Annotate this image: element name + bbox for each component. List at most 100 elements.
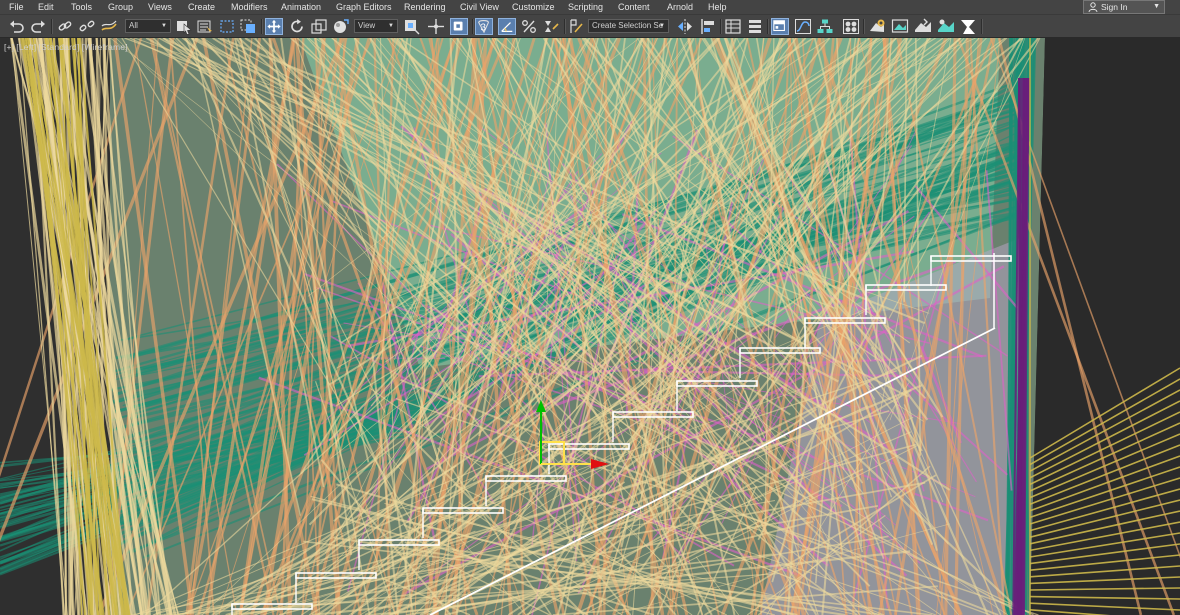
toggle-layer-explorer-button[interactable] xyxy=(746,18,764,35)
bind-space-warp-button[interactable] xyxy=(100,18,118,35)
keyboard-shortcut-override-button[interactable] xyxy=(450,18,468,35)
arnold-render-icon xyxy=(961,20,975,34)
menu-graph-editors[interactable]: Graph Editors xyxy=(336,1,392,13)
viewport-menu-plus[interactable]: [+] xyxy=(4,42,14,52)
selection-filter-dropdown[interactable]: All ▼ xyxy=(125,19,171,33)
menu-customize[interactable]: Customize xyxy=(512,1,555,13)
angle-snap-button[interactable] xyxy=(498,18,516,35)
snaps-toggle-button[interactable]: 3 xyxy=(475,18,493,35)
menu-animation[interactable]: Animation xyxy=(281,1,321,13)
select-manipulate-button[interactable] xyxy=(427,18,445,35)
chevron-down-icon: ▼ xyxy=(388,23,394,29)
arnold-render-button[interactable] xyxy=(959,18,977,35)
wire-mass xyxy=(1030,38,1180,615)
menu-create[interactable]: Create xyxy=(188,1,215,13)
menu-help[interactable]: Help xyxy=(708,1,727,13)
select-object-icon xyxy=(177,21,192,35)
link-button[interactable] xyxy=(56,18,74,35)
curve-editor-icon xyxy=(795,19,811,34)
mirror-button[interactable] xyxy=(676,18,694,35)
toggle-ribbon-icon xyxy=(773,20,785,31)
viewport-label[interactable]: [+] [Left] [Standard] [Wireframe] xyxy=(4,42,130,52)
toolbar-separator xyxy=(720,19,722,34)
viewport-point-of-view[interactable]: [Left] xyxy=(16,42,36,52)
redo-button[interactable] xyxy=(29,18,47,35)
render-production-button[interactable] xyxy=(914,18,932,35)
menu-content[interactable]: Content xyxy=(618,1,650,13)
toggle-ribbon-button[interactable] xyxy=(771,18,789,35)
menu-civil-view[interactable]: Civil View xyxy=(460,1,499,13)
select-and-rotate-button[interactable] xyxy=(288,18,306,35)
window-crossing-icon xyxy=(240,19,255,33)
edit-named-selection-icon xyxy=(570,19,583,33)
toggle-scene-explorer-icon xyxy=(725,19,741,34)
render-setup-icon xyxy=(870,19,885,32)
mirror-icon xyxy=(678,19,692,34)
sign-in-button[interactable]: Sign In ▼ xyxy=(1083,0,1165,14)
snaps-toggle-label: 3 xyxy=(480,22,485,33)
toolbar-separator xyxy=(261,19,263,34)
select-object-button[interactable] xyxy=(175,18,193,35)
select-and-place-icon xyxy=(334,19,349,33)
window-crossing-button[interactable] xyxy=(239,18,257,35)
keyboard-shortcut-override-icon xyxy=(453,21,463,31)
align-button[interactable] xyxy=(699,18,717,35)
align-icon xyxy=(701,19,714,34)
menu-scripting[interactable]: Scripting xyxy=(568,1,603,13)
select-and-scale-icon xyxy=(311,19,327,34)
menu-rendering[interactable]: Rendering xyxy=(404,1,446,13)
menu-views[interactable]: Views xyxy=(148,1,172,13)
chevron-down-icon: ▼ xyxy=(1153,3,1160,10)
viewport-shading-standard[interactable]: [Standard] xyxy=(38,42,79,52)
chevron-down-icon: ▼ xyxy=(161,23,167,29)
select-and-scale-button[interactable] xyxy=(310,18,328,35)
schematic-view-icon xyxy=(817,19,833,33)
percent-snap-icon xyxy=(522,20,536,33)
render-setup-button[interactable] xyxy=(868,18,886,35)
menu-arnold[interactable]: Arnold xyxy=(667,1,693,13)
select-and-place-button[interactable] xyxy=(332,18,350,35)
rectangular-selection-button[interactable] xyxy=(218,18,236,35)
angle-snap-icon xyxy=(501,22,513,32)
material-editor-icon xyxy=(843,19,859,34)
menu-edit[interactable]: Edit xyxy=(38,1,54,13)
link-icon xyxy=(58,21,72,31)
menu-tools[interactable]: Tools xyxy=(71,1,92,13)
chevron-down-icon: ▼ xyxy=(659,23,665,29)
percent-snap-button[interactable] xyxy=(520,18,538,35)
user-icon xyxy=(1088,2,1098,12)
select-by-name-button[interactable] xyxy=(196,18,214,35)
curve-editor-button[interactable] xyxy=(794,18,812,35)
menu-file[interactable]: File xyxy=(9,1,24,13)
render-iterative-button[interactable] xyxy=(937,18,955,35)
unlink-button[interactable] xyxy=(78,18,96,35)
material-editor-button[interactable] xyxy=(842,18,860,35)
undo-icon xyxy=(10,20,24,33)
menu-group[interactable]: Group xyxy=(108,1,133,13)
toolbar-separator xyxy=(472,19,474,34)
redo-icon xyxy=(31,20,45,33)
toggle-layer-explorer-icon xyxy=(749,20,761,33)
rendered-frame-window-button[interactable] xyxy=(891,18,909,35)
reference-coordinate-dropdown[interactable]: View ▼ xyxy=(354,19,398,33)
named-selection-sets-dropdown[interactable]: Create Selection Se ▼ xyxy=(588,19,669,33)
toggle-scene-explorer-button[interactable] xyxy=(724,18,742,35)
rendered-frame-window-icon xyxy=(891,19,909,33)
bind-space-warp-icon xyxy=(101,20,117,31)
toolbar-separator xyxy=(767,19,769,34)
use-pivot-center-button[interactable] xyxy=(403,18,421,35)
wireframe-scene xyxy=(0,38,1180,615)
render-production-icon xyxy=(915,18,931,32)
viewport-display-mode[interactable]: [Wireframe] xyxy=(82,42,128,52)
undo-button[interactable] xyxy=(8,18,26,35)
select-and-move-button[interactable] xyxy=(265,18,283,35)
main-toolbar: All ▼ View ▼ 3 Create Selection Se ▼ xyxy=(0,14,1180,38)
schematic-view-button[interactable] xyxy=(816,18,834,35)
edit-named-selection-button[interactable] xyxy=(567,18,585,35)
spinner-snap-button[interactable] xyxy=(542,18,560,35)
3dsmax-window: File Edit Tools Group Views Create Modif… xyxy=(0,0,1180,615)
viewport-left-wireframe[interactable]: [+] [Left] [Standard] [Wireframe] xyxy=(0,38,1180,615)
menu-modifiers[interactable]: Modifiers xyxy=(231,1,268,13)
reference-coordinate-value: View xyxy=(358,21,376,30)
select-manipulate-icon xyxy=(428,19,444,34)
